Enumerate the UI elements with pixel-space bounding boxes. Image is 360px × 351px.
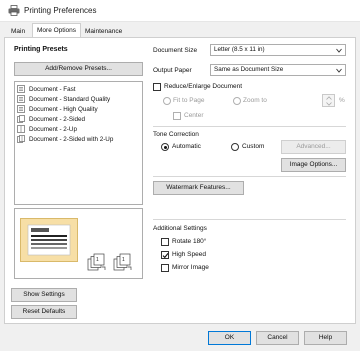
zoom-to-label: Zoom to [243,97,267,104]
document-icon [17,105,25,113]
two-sided-two-up-document-icon [17,135,25,143]
percent-label: % [339,97,345,104]
automatic-radio[interactable] [161,143,169,151]
image-options-button[interactable]: Image Options... [281,158,346,172]
custom-radio[interactable] [231,143,239,151]
document-size-select[interactable]: Letter (8.5 x 11 in) [210,44,346,56]
additional-settings-title: Additional Settings [153,225,207,232]
window-title: Printing Preferences [24,6,97,15]
list-item[interactable]: Document - High Quality [17,104,98,114]
list-item[interactable]: Document - Standard Quality [17,94,110,104]
preset-label: Document - 2-Up [29,125,77,133]
preset-label: Document - Standard Quality [29,95,111,103]
high-speed-checkbox[interactable] [161,251,169,259]
stacked-pages-icon: 1 [87,253,106,271]
output-paper-value: Same as Document Size [214,66,284,73]
chevron-up-icon [326,96,332,100]
help-button[interactable]: Help [304,331,347,345]
mirror-image-label: Mirror Image [172,264,209,271]
list-item[interactable]: Document - 2-Sided with 2-Up [17,134,113,144]
output-paper-select[interactable]: Same as Document Size [210,64,346,76]
divider [153,126,346,127]
high-speed-label: High Speed [172,251,206,258]
tab-maintenance[interactable]: Maintenance [80,25,127,37]
tab-more-options[interactable]: More Options [32,23,82,38]
document-icon [17,95,25,103]
document-size-value: Letter (8.5 x 11 in) [214,46,265,53]
zoom-to-radio[interactable] [233,97,241,105]
chevron-down-icon [336,48,342,53]
rotate-180-label: Rotate 180° [172,238,207,245]
presets-title: Printing Presets [14,46,68,53]
add-remove-presets-button[interactable]: Add/Remove Presets... [14,62,143,76]
two-sided-document-icon [17,115,25,123]
preset-label: Document - 2-Sided with 2-Up [29,135,114,143]
page-preview-icon [20,218,78,262]
chevron-down-icon [326,102,332,106]
mirror-image-checkbox[interactable] [161,264,169,272]
ok-button[interactable]: OK [208,331,251,345]
preset-label: Document - Fast [29,85,76,93]
document-icon [17,85,25,93]
cancel-button[interactable]: Cancel [256,331,299,345]
divider [153,176,346,177]
tab-main[interactable]: Main [6,25,30,37]
zoom-stepper[interactable] [322,94,335,107]
reset-defaults-button[interactable]: Reset Defaults [11,305,77,319]
print-preview: 1 1 [14,208,143,279]
checkmark-icon [162,253,169,259]
list-item[interactable]: Document - Fast [17,84,76,94]
tone-correction-title: Tone Correction [153,131,199,138]
rotate-180-checkbox[interactable] [161,238,169,246]
reduce-enlarge-label: Reduce/Enlarge Document [164,83,243,90]
fit-to-page-label: Fit to Page [173,97,205,104]
list-item[interactable]: Document - 2-Sided [17,114,85,124]
custom-label: Custom [242,143,265,150]
two-up-document-icon [17,125,25,133]
svg-text:1: 1 [122,257,125,263]
center-checkbox[interactable] [173,112,181,120]
watermark-features-button[interactable]: Watermark Features... [153,181,244,195]
collated-pages-icon: 1 [113,253,132,271]
svg-text:1: 1 [96,257,99,263]
document-size-label: Document Size [153,47,198,54]
printer-icon [8,5,20,16]
fit-to-page-radio[interactable] [163,97,171,105]
list-item[interactable]: Document - 2-Up [17,124,77,134]
center-label: Center [184,112,204,119]
preset-label: Document - 2-Sided [29,115,85,123]
reduce-enlarge-checkbox[interactable] [153,83,161,91]
preset-label: Document - High Quality [29,105,98,113]
divider [153,219,346,220]
output-paper-label: Output Paper [153,67,192,74]
show-settings-button[interactable]: Show Settings [11,288,77,302]
chevron-down-icon [336,68,342,73]
automatic-label: Automatic [172,143,201,150]
advanced-button[interactable]: Advanced... [281,140,346,154]
presets-list[interactable]: Document - Fast Document - Standard Qual… [14,81,143,205]
